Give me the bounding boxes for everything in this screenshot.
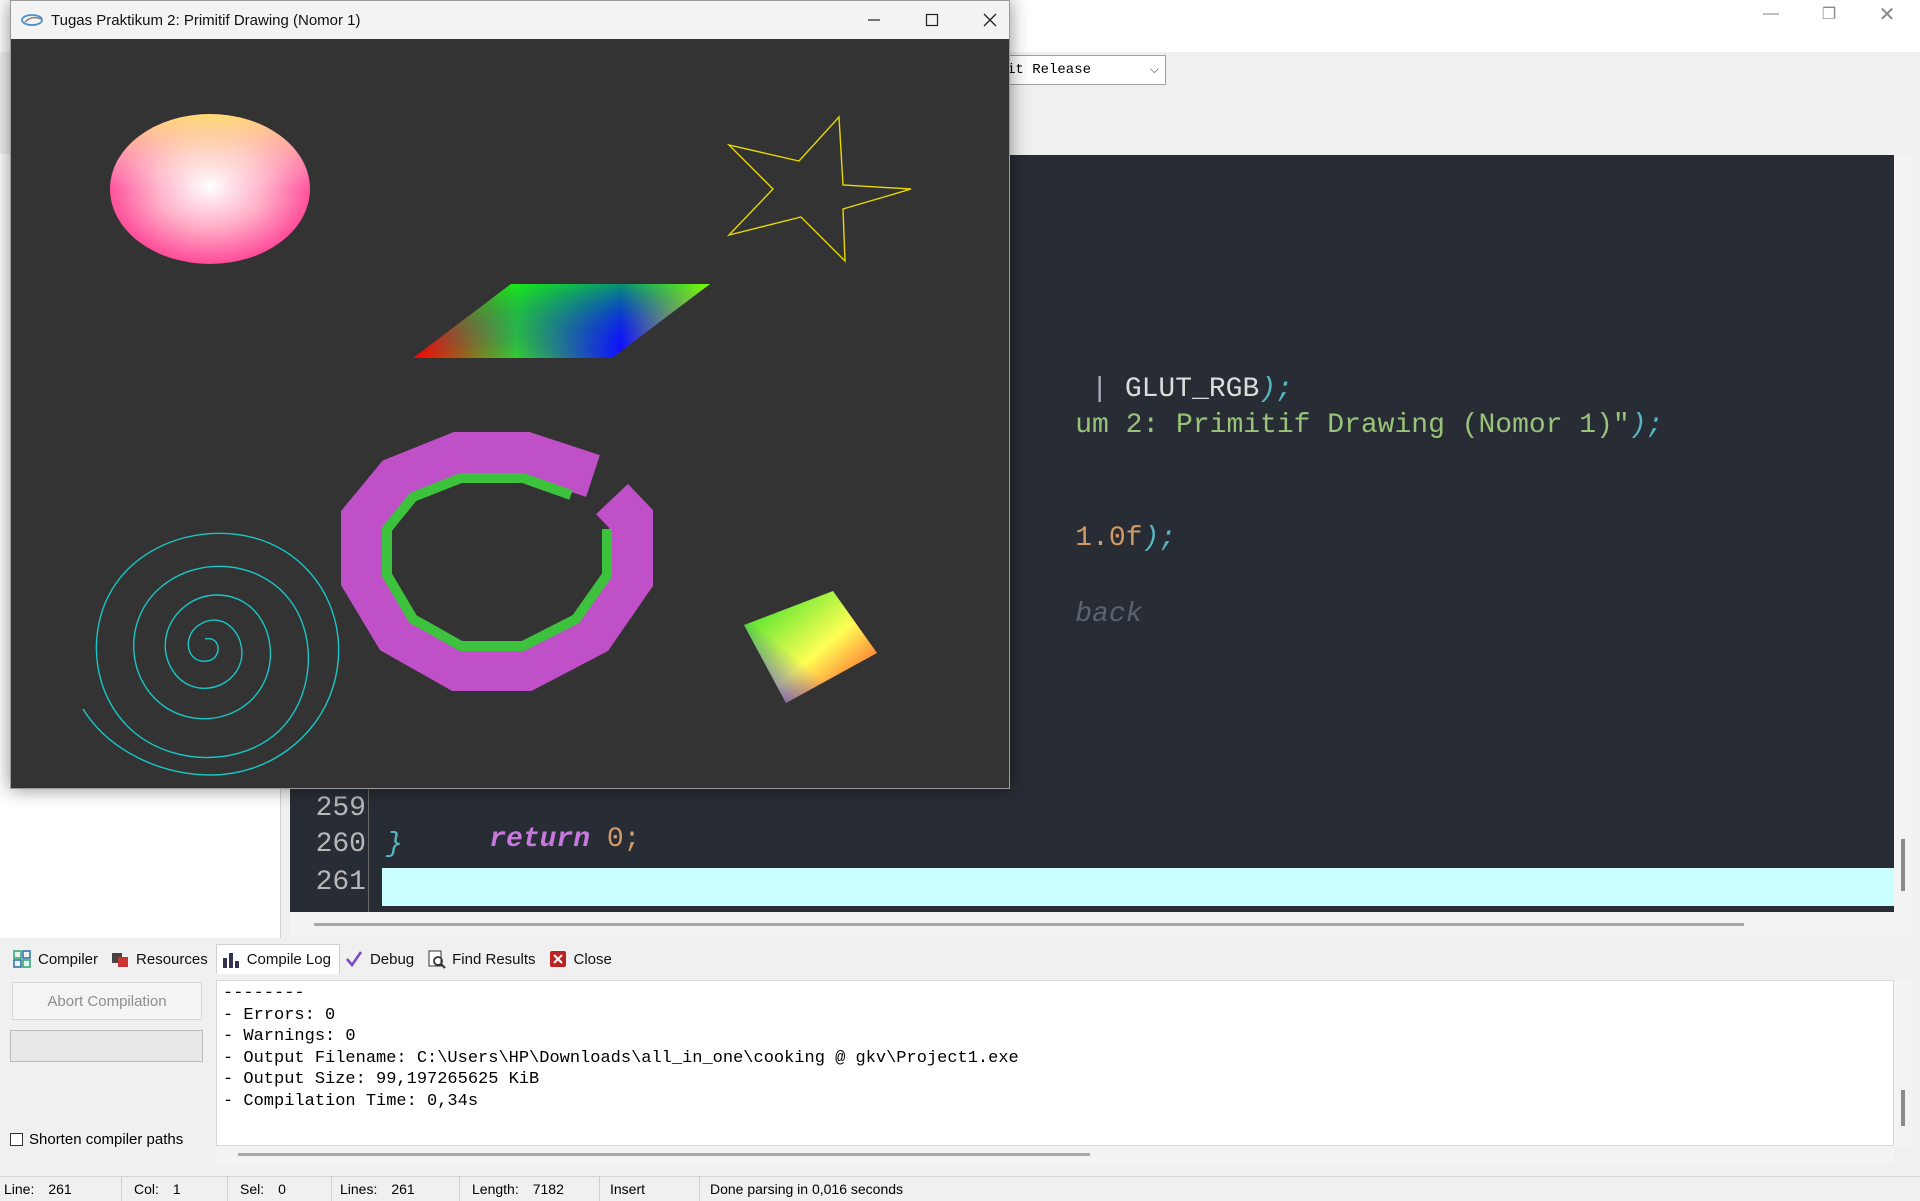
- build-config-select[interactable]: it Release ⌵: [1000, 55, 1166, 85]
- glut-minimize-button[interactable]: [845, 1, 903, 39]
- build-config-value: it Release: [1007, 62, 1092, 78]
- tab-label: Find Results: [452, 950, 536, 968]
- code-token: 1.0f: [1075, 523, 1143, 554]
- compile-progress-bar: [10, 1030, 203, 1062]
- app-icon: [21, 14, 43, 26]
- ide-minimize-button[interactable]: —: [1742, 0, 1800, 28]
- tab-close[interactable]: Close: [544, 944, 620, 974]
- tab-label: Compile Log: [246, 951, 331, 968]
- scroll-thumb[interactable]: [238, 1153, 1090, 1156]
- status-value: 0: [278, 1181, 286, 1197]
- glut-close-button[interactable]: [961, 1, 1019, 39]
- close-panel-icon: [549, 951, 566, 967]
- status-value: 261: [48, 1181, 72, 1197]
- status-sel: Sel: 0: [228, 1177, 332, 1201]
- chevron-down-icon: ⌵: [1149, 63, 1159, 77]
- maximize-icon: [925, 13, 939, 27]
- tab-label: Compiler: [38, 950, 99, 968]
- glut-window-title: Tugas Praktikum 2: Primitif Drawing (Nom…: [51, 11, 361, 29]
- log-line: - Warnings: 0: [223, 1027, 356, 1046]
- scroll-thumb[interactable]: [314, 923, 1744, 926]
- keyword-return: return: [489, 824, 591, 855]
- status-value: 7182: [532, 1181, 564, 1197]
- code-line-260: }: [386, 829, 403, 860]
- status-line: Line: 261: [0, 1177, 122, 1201]
- abort-compilation-button[interactable]: Abort Compilation: [12, 982, 202, 1020]
- tab-compile-log[interactable]: Compile Log: [215, 944, 340, 974]
- log-line: - Compilation Time: 0,34s: [223, 1091, 479, 1111]
- status-label: Line:: [4, 1181, 35, 1197]
- log-line: - Output Size: 99,197265625 KiB: [223, 1070, 540, 1089]
- shorten-paths-option[interactable]: Shorten compiler paths: [10, 1131, 183, 1148]
- status-label: Sel:: [240, 1181, 265, 1197]
- tab-compiler[interactable]: Compiler: [8, 944, 106, 974]
- code-token: um 2: Primitif Drawing (Nomor 1)": [1075, 410, 1630, 441]
- return-value: 0;: [606, 824, 641, 855]
- status-value: 1: [172, 1181, 181, 1197]
- status-message: Done parsing in 0,016 seconds: [710, 1181, 904, 1197]
- ide-restore-button[interactable]: ❐: [1800, 0, 1858, 28]
- find-results-icon: [428, 950, 446, 969]
- tab-label: Debug: [369, 950, 415, 968]
- tab-resources[interactable]: Resources: [106, 944, 216, 974]
- line-number: 261: [315, 867, 366, 898]
- log-vertical-scrollbar[interactable]: [1894, 980, 1912, 1146]
- editor-vertical-scrollbar[interactable]: [1894, 155, 1912, 912]
- log-line: - Output Filename: C:\Users\HP\Downloads…: [223, 1048, 1019, 1068]
- fold-gutter-line: [368, 785, 369, 912]
- log-line: - Errors: 0: [223, 1005, 336, 1025]
- status-length: Length: 7182: [460, 1177, 600, 1201]
- log-horizontal-scrollbar[interactable]: [216, 1146, 1894, 1164]
- tab-label: Resources: [136, 950, 208, 968]
- code-token: );: [1142, 523, 1177, 554]
- status-lines: Lines: 261: [332, 1177, 460, 1201]
- tab-find-results[interactable]: Find Results: [422, 944, 543, 974]
- log-line: --------: [223, 984, 305, 1003]
- status-label: Lines:: [340, 1181, 378, 1197]
- glut-output-window[interactable]: Tugas Praktikum 2: Primitif Drawing (Nom…: [10, 0, 1010, 789]
- tab-label: Close: [573, 950, 612, 968]
- glut-canvas[interactable]: [11, 39, 1009, 788]
- code-line-259: return 0;: [422, 793, 640, 886]
- resources-icon: [112, 953, 129, 967]
- gradient-ellipse: [110, 114, 310, 264]
- status-label: Col:: [134, 1181, 159, 1197]
- tab-debug[interactable]: Debug: [340, 944, 422, 974]
- status-mode: Insert: [600, 1177, 700, 1201]
- status-col: Col: 1: [122, 1177, 228, 1201]
- scroll-thumb[interactable]: [1901, 1090, 1905, 1126]
- glut-window-titlebar[interactable]: Tugas Praktikum 2: Primitif Drawing (Nom…: [11, 1, 1009, 39]
- glut-maximize-button[interactable]: [903, 1, 961, 39]
- minimize-icon: [868, 19, 880, 21]
- debug-icon: [345, 951, 363, 968]
- status-bar: Line: 261 Col: 1 Sel: 0 Lines: 261 Length: 71…: [0, 1176, 1920, 1201]
- line-number: 259: [315, 793, 366, 824]
- code-comment: back: [1075, 599, 1143, 630]
- code-line-partial-4: back: [1008, 568, 1142, 661]
- status-label: Length:: [472, 1181, 519, 1197]
- ide-close-button[interactable]: ✕: [1858, 0, 1916, 28]
- close-icon: [983, 13, 997, 27]
- bottom-tab-bar: Compiler Resources Compile Log Debug Fin…: [0, 942, 1920, 976]
- code-line-partial-2: um 2: Primitif Drawing (Nomor 1)");: [1008, 379, 1663, 472]
- code-token: );: [1629, 410, 1664, 441]
- compiler-icon: [13, 950, 31, 968]
- shorten-paths-checkbox[interactable]: [10, 1133, 23, 1146]
- editor-horizontal-scrollbar[interactable]: [290, 912, 1912, 936]
- scroll-thumb[interactable]: [1901, 839, 1905, 891]
- line-number: 260: [315, 829, 366, 860]
- compile-log-icon: [222, 952, 239, 968]
- compile-log-output[interactable]: -------- - Errors: 0 - Warnings: 0 - Output…: [216, 980, 1894, 1146]
- status-value: 261: [391, 1181, 415, 1197]
- shorten-paths-label: Shorten compiler paths: [29, 1131, 184, 1148]
